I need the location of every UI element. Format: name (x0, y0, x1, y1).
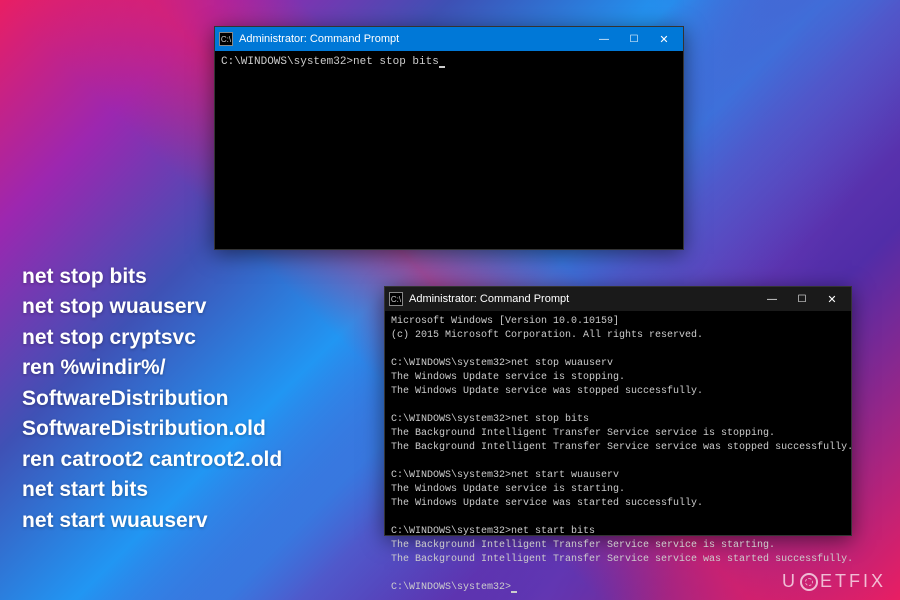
terminal-line: The Background Intelligent Transfer Serv… (391, 554, 853, 565)
maximize-button[interactable] (787, 288, 817, 310)
overlay-line: ren catroot2 cantroot2.old (22, 445, 282, 475)
watermark-logo: U ETFIX (782, 571, 886, 592)
overlay-line: net stop bits (22, 262, 282, 292)
terminal-line: C:\WINDOWS\system32>net stop wuauserv (391, 358, 613, 369)
text-cursor (439, 66, 445, 68)
cmd-window-top: C:\ Administrator: Command Prompt C:\WIN… (214, 26, 684, 250)
terminal-line: C:\WINDOWS\system32>net start bits (391, 526, 595, 537)
terminal-line: C:\WINDOWS\system32>net start wuauserv (391, 470, 619, 481)
text-cursor (511, 591, 517, 593)
window-controls (757, 288, 847, 310)
titlebar[interactable]: C:\ Administrator: Command Prompt (215, 27, 683, 51)
commands-overlay: net stop bits net stop wuauserv net stop… (22, 262, 282, 536)
terminal-line: Microsoft Windows [Version 10.0.10159] (391, 316, 619, 327)
terminal-line: The Windows Update service is starting. (391, 484, 625, 495)
window-title: Administrator: Command Prompt (409, 293, 757, 305)
terminal-line: The Windows Update service was stopped s… (391, 386, 703, 397)
window-title: Administrator: Command Prompt (239, 33, 589, 45)
window-controls (589, 28, 679, 50)
terminal-line: C:\WINDOWS\system32>net stop bits (391, 414, 589, 425)
overlay-line: ren %windir%/ (22, 353, 282, 383)
terminal-line: C:\WINDOWS\system32>net stop bits (221, 56, 439, 68)
gear-icon (800, 573, 818, 591)
close-button[interactable] (649, 28, 679, 50)
terminal-line: The Windows Update service was started s… (391, 498, 703, 509)
cmd-icon: C:\ (389, 292, 403, 306)
overlay-line: SoftwareDistribution (22, 384, 282, 414)
cmd-icon: C:\ (219, 32, 233, 46)
maximize-button[interactable] (619, 28, 649, 50)
overlay-line: net stop cryptsvc (22, 323, 282, 353)
overlay-line: net stop wuauserv (22, 292, 282, 322)
terminal-body[interactable]: C:\WINDOWS\system32>net stop bits (215, 51, 683, 74)
terminal-line: (c) 2015 Microsoft Corporation. All righ… (391, 330, 703, 341)
close-button[interactable] (817, 288, 847, 310)
terminal-line: C:\WINDOWS\system32> (391, 582, 511, 593)
terminal-line: The Background Intelligent Transfer Serv… (391, 442, 853, 453)
watermark-prefix: U (782, 571, 798, 592)
titlebar[interactable]: C:\ Administrator: Command Prompt (385, 287, 851, 311)
overlay-line: net start wuauserv (22, 506, 282, 536)
overlay-line: net start bits (22, 475, 282, 505)
terminal-body[interactable]: Microsoft Windows [Version 10.0.10159] (… (385, 311, 851, 599)
terminal-line: The Windows Update service is stopping. (391, 372, 625, 383)
terminal-line: The Background Intelligent Transfer Serv… (391, 428, 775, 439)
minimize-button[interactable] (589, 28, 619, 50)
watermark-suffix: ETFIX (820, 571, 886, 592)
cmd-window-bottom: C:\ Administrator: Command Prompt Micros… (384, 286, 852, 536)
overlay-line: SoftwareDistribution.old (22, 414, 282, 444)
terminal-line: The Background Intelligent Transfer Serv… (391, 540, 775, 551)
minimize-button[interactable] (757, 288, 787, 310)
